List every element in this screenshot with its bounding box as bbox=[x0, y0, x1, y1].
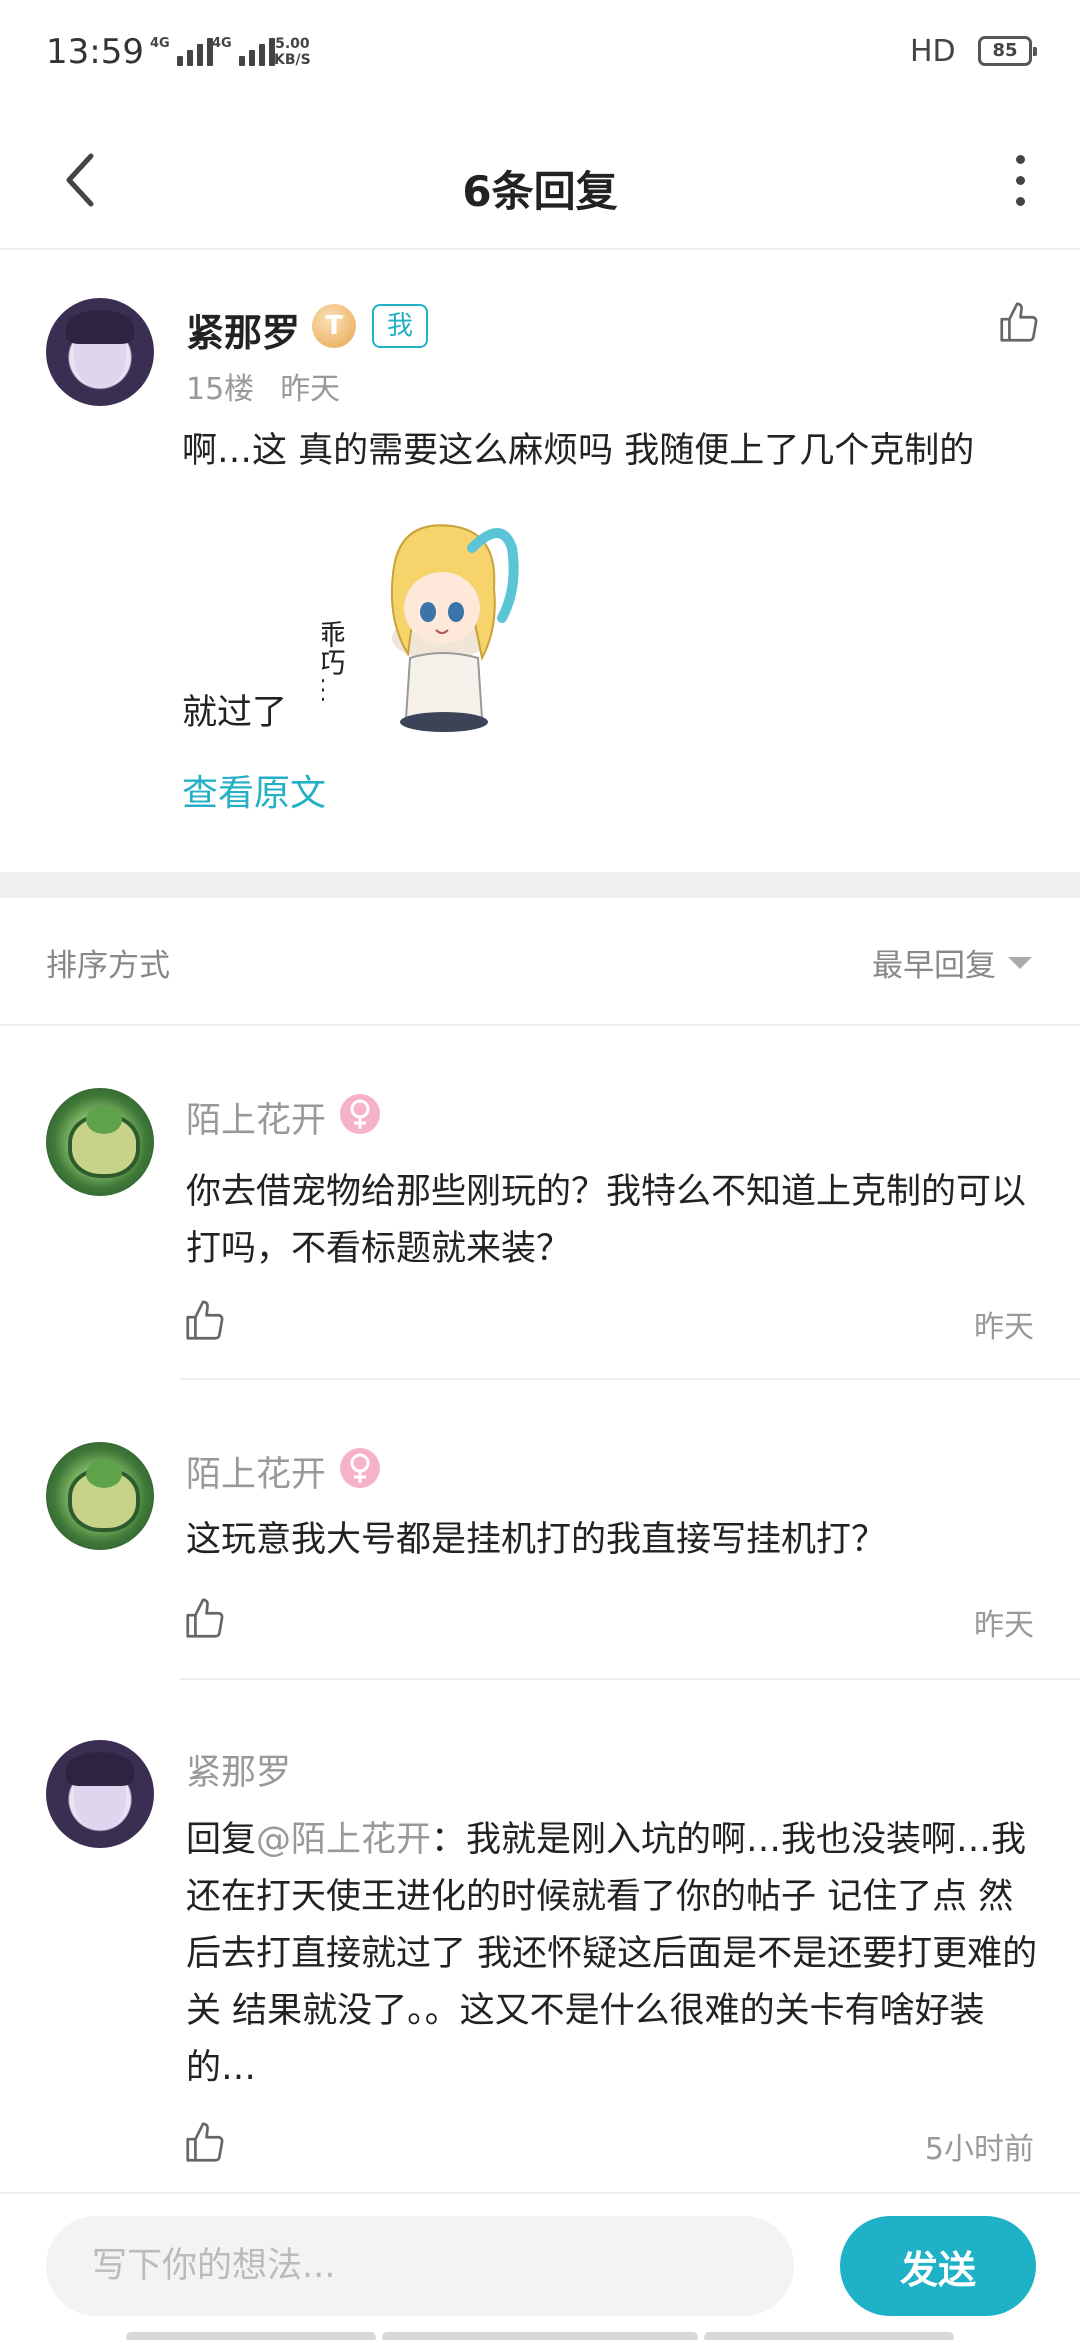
reply-item: 陌上花开 你去借宠物给那些刚玩的？我特么不知道上克制的可以打吗，不看标题就来装？… bbox=[0, 1088, 1080, 1380]
thumbs-up-icon bbox=[1000, 302, 1038, 342]
avatar[interactable] bbox=[46, 1088, 154, 1196]
thumbs-up-icon bbox=[186, 1300, 224, 1340]
more-dots-icon bbox=[1015, 154, 1025, 164]
reply-prefix: 回复 bbox=[186, 1820, 257, 1860]
send-button[interactable]: 发送 bbox=[840, 2216, 1036, 2316]
author-name[interactable]: 紧那罗 bbox=[186, 302, 300, 357]
reply-author[interactable]: 陌上花开 bbox=[186, 1446, 326, 1497]
like-button[interactable] bbox=[996, 300, 1042, 350]
view-original-link[interactable]: 查看原文 bbox=[182, 764, 326, 816]
sticker-image: 乖巧… bbox=[314, 508, 532, 738]
post-text: 啊…这 真的需要这么麻烦吗 我随便上了几个克制的 bbox=[182, 431, 975, 471]
reply-text: 回复@陌上花开：我就是刚入坑的啊…我也没装啊…我还在打天使王进化的时候就看了你的… bbox=[186, 1812, 1044, 2097]
like-button[interactable] bbox=[182, 1298, 228, 1348]
comment-composer: 发送 bbox=[0, 2192, 1080, 2340]
sticker-caption: 乖巧… bbox=[322, 620, 347, 704]
comment-input[interactable] bbox=[46, 2216, 794, 2316]
status-time: 13:59 bbox=[46, 32, 144, 72]
level-badge: T bbox=[312, 304, 356, 348]
more-options-button[interactable] bbox=[990, 140, 1050, 220]
app-header: 6条回复 bbox=[0, 110, 1080, 250]
avatar[interactable] bbox=[46, 1442, 154, 1550]
divider bbox=[180, 1678, 1080, 1680]
thumbs-up-icon bbox=[186, 1598, 224, 1638]
back-arrow-icon bbox=[66, 153, 94, 207]
sort-dropdown[interactable]: 最早回复 bbox=[872, 940, 1032, 985]
mention-link[interactable]: @陌上花开 bbox=[256, 1820, 431, 1860]
hd-indicator: HD bbox=[910, 34, 956, 69]
reply-body: ：我就是刚入坑的啊…我也没装啊…我还在打天使王进化的时候就看了你的帖子 记住了点… bbox=[186, 1820, 1038, 2088]
signal-icon: 4G bbox=[150, 36, 213, 66]
nav-indicator bbox=[382, 2332, 698, 2340]
sort-label: 排序方式 bbox=[46, 948, 170, 984]
signal-icon: 4G bbox=[212, 36, 275, 66]
like-button[interactable] bbox=[182, 1596, 228, 1646]
reply-time: 昨天 bbox=[974, 1608, 1034, 1643]
main-post: 紧那罗 T 我 15楼 昨天 啊…这 真的需要这么麻烦吗 我随便上了几个克制的 乖… bbox=[0, 252, 1080, 872]
caret-down-icon bbox=[1008, 956, 1032, 969]
sort-selected: 最早回复 bbox=[872, 948, 996, 984]
page-title: 6条回复 bbox=[462, 167, 618, 216]
reply-text: 这玩意我大号都是挂机打的我直接写挂机打？ bbox=[186, 1520, 887, 1560]
network-speed: 5.00 KB/S bbox=[274, 36, 311, 68]
reply-item: 紧那罗 回复@陌上花开：我就是刚入坑的啊…我也没装啊…我还在打天使王进化的时候就… bbox=[0, 1740, 1080, 2180]
thumbs-up-icon bbox=[186, 2122, 224, 2162]
reply-author[interactable]: 紧那罗 bbox=[186, 1744, 291, 1795]
sort-bar: 排序方式 最早回复 bbox=[0, 898, 1080, 1026]
reply-text: 你去借宠物给那些刚玩的？我特么不知道上克制的可以打吗，不看标题就来装？ bbox=[186, 1172, 1027, 1269]
avatar[interactable] bbox=[46, 298, 154, 406]
like-button[interactable] bbox=[182, 2120, 228, 2170]
female-icon bbox=[340, 1448, 380, 1488]
reply-item: 陌上花开 这玩意我大号都是挂机打的我直接写挂机打？ 昨天 bbox=[0, 1442, 1080, 1680]
floor-number: 15楼 bbox=[186, 372, 255, 407]
nav-indicator bbox=[704, 2332, 954, 2340]
post-text-continued: 就过了 bbox=[182, 693, 288, 733]
divider bbox=[180, 1378, 1080, 1380]
post-meta: 15楼 昨天 bbox=[186, 364, 340, 408]
status-bar: 13:59 4G 4G 5.00 KB/S HD 85 bbox=[0, 0, 1080, 110]
reply-time: 昨天 bbox=[974, 1310, 1034, 1345]
avatar[interactable] bbox=[46, 1740, 154, 1848]
me-badge: 我 bbox=[372, 304, 428, 348]
reply-author[interactable]: 陌上花开 bbox=[186, 1092, 326, 1143]
post-time: 昨天 bbox=[280, 372, 341, 407]
section-divider bbox=[0, 872, 1080, 898]
back-button[interactable] bbox=[40, 140, 120, 220]
female-icon bbox=[340, 1094, 380, 1134]
nav-indicator bbox=[126, 2332, 376, 2340]
battery-icon: 85 bbox=[978, 36, 1037, 66]
reply-time: 5小时前 bbox=[924, 2132, 1034, 2167]
